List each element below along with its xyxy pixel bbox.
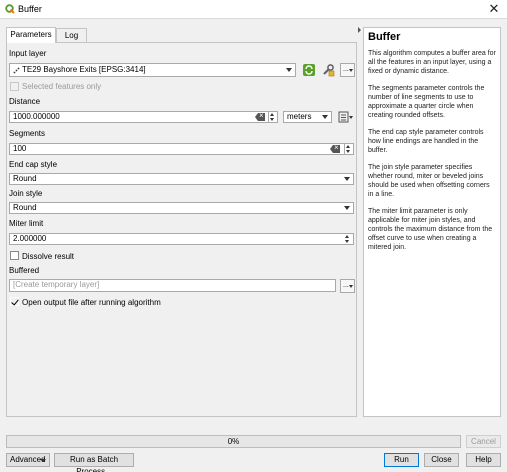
miter-limit-value: 2.000000 [13, 234, 47, 243]
progress-bar: 0% [6, 435, 461, 448]
qgis-icon [5, 4, 15, 14]
help-button[interactable]: Help [466, 453, 501, 467]
parameters-panel: Input layer TE29 Bayshore Exits [EPSG:34… [6, 42, 357, 417]
tab-log[interactable]: Log [56, 28, 87, 42]
title-bar: Buffer ✕ [0, 0, 507, 19]
open-output-label: Open output file after running algorithm [22, 298, 161, 307]
miter-limit-label: Miter limit [9, 219, 44, 228]
input-layer-options-button[interactable]: ... [340, 63, 355, 77]
buffered-label: Buffered [9, 266, 40, 275]
distance-unit-combo[interactable]: meters [283, 111, 332, 123]
selected-features-label: Selected features only [22, 82, 102, 91]
distance-value: 1000.000000 [13, 112, 60, 121]
dissolve-checkbox[interactable] [10, 251, 19, 260]
distance-unit-value: meters [287, 112, 312, 121]
chevron-down-icon [286, 68, 292, 72]
help-paragraph: The segments parameter controls the numb… [368, 85, 485, 119]
tab-parameters[interactable]: Parameters [6, 27, 56, 43]
input-layer-combo[interactable]: TE29 Bayshore Exits [EPSG:3414] [9, 63, 296, 77]
chevron-down-icon [322, 115, 328, 119]
help-paragraph: The join style parameter specifies wheth… [368, 164, 490, 198]
chevron-down-icon [40, 459, 46, 462]
input-layer-value: TE29 Bayshore Exits [EPSG:3414] [22, 65, 146, 74]
wrench-icon[interactable] [321, 63, 335, 77]
run-button[interactable]: Run [384, 453, 419, 467]
distance-label: Distance [9, 97, 41, 106]
clear-icon[interactable] [330, 145, 340, 153]
iterate-icon[interactable] [302, 63, 316, 77]
point-layer-icon [13, 67, 20, 74]
run-batch-button[interactable]: Run as Batch Process... [54, 453, 134, 472]
input-layer-label: Input layer [9, 49, 47, 58]
help-paragraph: The miter limit parameter is only applic… [368, 208, 493, 251]
segments-label: Segments [9, 129, 46, 138]
clear-icon[interactable] [255, 113, 265, 121]
advanced-button[interactable]: Advanced [6, 453, 50, 467]
selected-features-checkbox[interactable] [10, 82, 19, 91]
end-cap-style-value: Round [13, 174, 37, 183]
close-icon[interactable]: ✕ [487, 2, 501, 16]
join-style-combo[interactable]: Round [9, 202, 354, 214]
chevron-down-icon [344, 177, 350, 181]
join-style-label: Join style [9, 189, 43, 198]
help-panel: Buffer This algorithm computes a buffer … [363, 27, 501, 417]
open-output-checkbox[interactable] [10, 297, 19, 306]
buffered-output-field[interactable]: [Create temporary layer] [9, 279, 336, 292]
end-cap-style-label: End cap style [9, 160, 58, 169]
help-paragraph: This algorithm computes a buffer area fo… [368, 50, 496, 75]
end-cap-style-combo[interactable]: Round [9, 173, 354, 185]
dissolve-label: Dissolve result [22, 252, 75, 261]
splitter-arrow-icon[interactable] [358, 27, 361, 33]
distance-stepper[interactable] [268, 111, 278, 123]
miter-limit-input[interactable]: 2.000000 [9, 233, 354, 245]
buffered-options-button[interactable]: ... [340, 279, 355, 293]
distance-input[interactable]: 1000.000000 [9, 111, 269, 123]
close-button[interactable]: Close [424, 453, 459, 467]
window-title: Buffer [18, 4, 42, 14]
join-style-value: Round [13, 203, 37, 212]
progress-text: 0% [227, 437, 240, 446]
chevron-down-icon [344, 206, 350, 210]
segments-input[interactable]: 100 [9, 143, 345, 155]
help-title: Buffer [368, 31, 401, 43]
buffered-placeholder: [Create temporary layer] [13, 280, 100, 289]
segments-stepper[interactable] [344, 143, 354, 155]
data-defined-override-icon[interactable] [338, 110, 354, 124]
help-paragraph: The end cap style parameter controls how… [368, 129, 484, 154]
segments-value: 100 [13, 144, 27, 153]
cancel-button[interactable]: Cancel [466, 435, 501, 448]
